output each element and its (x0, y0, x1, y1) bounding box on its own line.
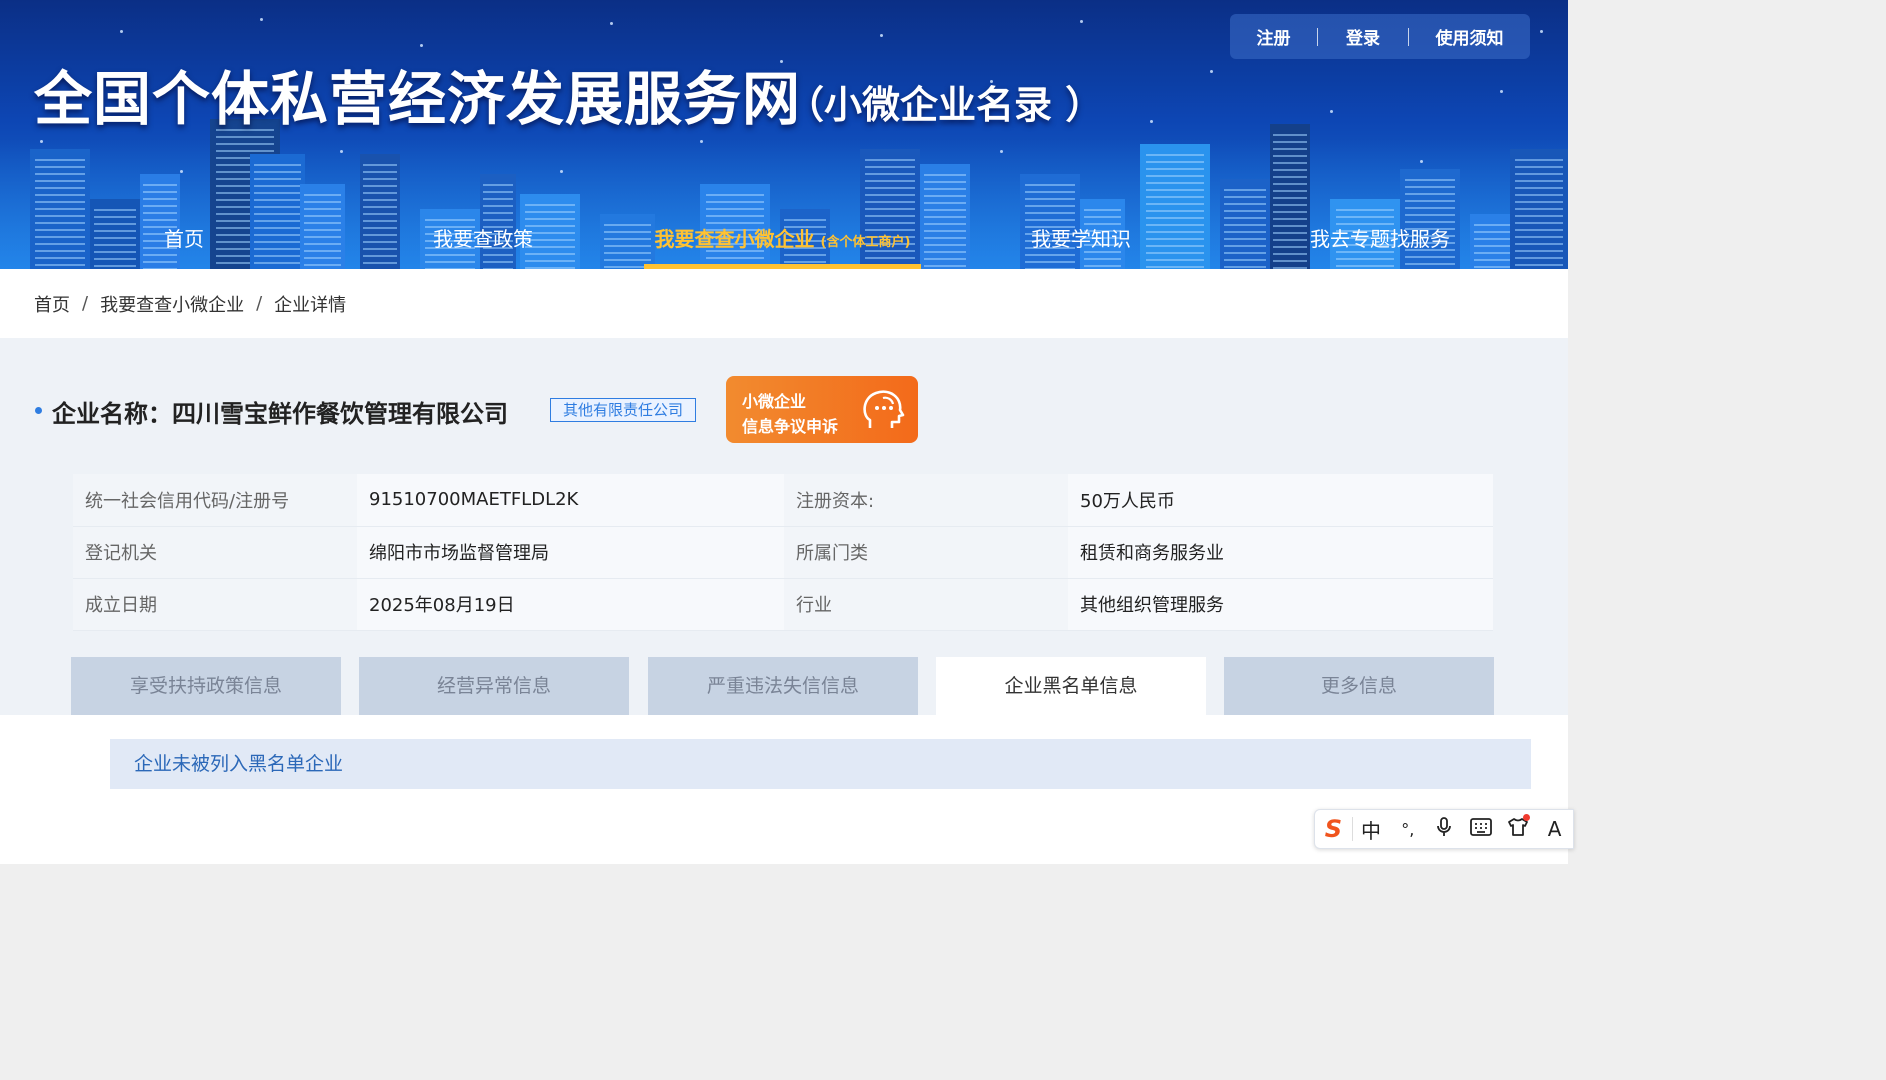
appeal-line1: 小微企业 (742, 392, 807, 411)
tab-abnormal-operation[interactable]: 经营异常信息 (359, 657, 629, 715)
star (1540, 30, 1543, 33)
industry-value: 其他组织管理服务 (1068, 578, 1493, 631)
header-banner: 全国个体私营经济发展服务网 （小微企业名录 ） 注册 登录 使用须知 首页 我要… (0, 0, 1568, 269)
star (1150, 120, 1153, 123)
nav-item-enterprise-search[interactable]: 我要查查小微企业 (含个体工商户) (644, 208, 921, 269)
punctuation-icon[interactable]: °, (1389, 820, 1426, 839)
company-heading-row: 企业名称：四川雪宝鲜作餐饮管理有限公司 其他有限责任公司 小微企业 信息争议申诉 (0, 376, 1568, 444)
industry-label: 行业 (784, 578, 1068, 631)
star (420, 44, 423, 47)
breadcrumb: 首页 / 我要查查小微企业 / 企业详情 (0, 269, 1568, 338)
established-date-value: 2025年08月19日 (357, 578, 784, 631)
terms-of-use-link[interactable]: 使用须知 (1409, 24, 1530, 49)
star (610, 22, 613, 25)
bullet-icon (35, 407, 42, 414)
breadcrumb-separator: / (82, 293, 89, 314)
appeal-line2: 信息争议申诉 (742, 417, 839, 436)
registration-authority-label: 登记机关 (73, 526, 357, 579)
company-info-table: 统一社会信用代码/注册号 91510700MAETFLDL2K 注册资本: 50… (73, 474, 1493, 631)
tab-blacklist[interactable]: 企业黑名单信息 (936, 657, 1206, 715)
microphone-icon[interactable] (1426, 816, 1463, 842)
star (700, 140, 703, 143)
star (340, 150, 343, 153)
sogou-logo-icon[interactable]: S (1315, 815, 1352, 843)
star (1210, 70, 1213, 73)
more-icon[interactable]: A (1536, 817, 1573, 841)
table-row: 成立日期 2025年08月19日 行业 其他组织管理服务 (73, 578, 1493, 631)
info-tabs: 享受扶持政策信息 经营异常信息 严重违法失信信息 企业黑名单信息 更多信息 (71, 657, 1495, 715)
category-value: 租赁和商务服务业 (1068, 526, 1493, 579)
tab-serious-violation[interactable]: 严重违法失信信息 (648, 657, 918, 715)
nav-label: 我要查查小微企业 (654, 227, 815, 251)
site-title: 全国个体私营经济发展服务网 (34, 65, 802, 133)
tab-support-policy[interactable]: 享受扶持政策信息 (71, 657, 341, 715)
star (560, 170, 563, 173)
star (1330, 110, 1333, 113)
credit-code-value: 91510700MAETFLDL2K (357, 474, 784, 527)
keyboard-icon[interactable] (1463, 817, 1500, 841)
category-label: 所属门类 (784, 526, 1068, 579)
chinese-mode-icon[interactable]: 中 (1353, 815, 1390, 844)
tab-more-info[interactable]: 更多信息 (1224, 657, 1494, 715)
top-links-bar: 注册 登录 使用须知 (1230, 14, 1530, 59)
customer-service-head-icon (863, 390, 905, 428)
ime-toolbar: S 中 °, A (1314, 809, 1574, 849)
login-link[interactable]: 登录 (1318, 24, 1408, 49)
star (1500, 90, 1503, 93)
star (1420, 160, 1423, 163)
site-subtitle: （小微企业名录 ） (786, 83, 1104, 127)
blacklist-status-message: 企业未被列入黑名单企业 (110, 739, 1531, 789)
registration-authority-value: 绵阳市市场监督管理局 (357, 526, 784, 579)
company-detail-section: 企业名称：四川雪宝鲜作餐饮管理有限公司 其他有限责任公司 小微企业 信息争议申诉… (0, 338, 1568, 715)
company-type-badge: 其他有限责任公司 (550, 398, 697, 422)
nav-label: 首页 (164, 227, 204, 251)
breadcrumb-enterprise-search[interactable]: 我要查查小微企业 (100, 291, 244, 317)
registered-capital-value: 50万人民币 (1068, 474, 1493, 527)
star (260, 18, 263, 21)
breadcrumb-current: 企业详情 (274, 294, 347, 316)
table-row: 统一社会信用代码/注册号 91510700MAETFLDL2K 注册资本: 50… (73, 474, 1493, 527)
nav-item-policy[interactable]: 我要查政策 (408, 208, 558, 269)
star (880, 34, 883, 37)
notification-dot (1523, 813, 1531, 821)
established-date-label: 成立日期 (73, 578, 357, 631)
company-name: 企业名称：四川雪宝鲜作餐饮管理有限公司 (52, 400, 508, 428)
star (120, 30, 123, 33)
page-bottom-area (0, 864, 1568, 897)
table-row: 登记机关 绵阳市市场监督管理局 所属门类 租赁和商务服务业 (73, 526, 1493, 579)
nav-item-knowledge[interactable]: 我要学知识 (1006, 208, 1156, 269)
skin-icon[interactable] (1500, 813, 1537, 842)
credit-code-label: 统一社会信用代码/注册号 (73, 474, 357, 527)
main-nav: 首页 我要查政策 我要查查小微企业 (含个体工商户) 我要学知识 我去专题找服务 (0, 208, 1568, 269)
breadcrumb-home[interactable]: 首页 (34, 291, 70, 317)
star (1080, 20, 1083, 23)
star (40, 140, 43, 143)
star (180, 170, 183, 173)
dispute-appeal-button[interactable]: 小微企业 信息争议申诉 (726, 376, 918, 443)
star (1000, 150, 1003, 153)
nav-label: 我去专题找服务 (1310, 227, 1450, 251)
nav-item-services[interactable]: 我去专题找服务 (1290, 208, 1470, 269)
registered-capital-label: 注册资本: (784, 474, 1068, 527)
nav-label: 我要查政策 (433, 227, 533, 251)
register-link[interactable]: 注册 (1230, 24, 1317, 49)
nav-tag: (含个体工商户) (820, 235, 911, 250)
breadcrumb-separator: / (256, 293, 263, 314)
nav-label: 我要学知识 (1031, 227, 1131, 251)
nav-item-home[interactable]: 首页 (124, 208, 244, 269)
